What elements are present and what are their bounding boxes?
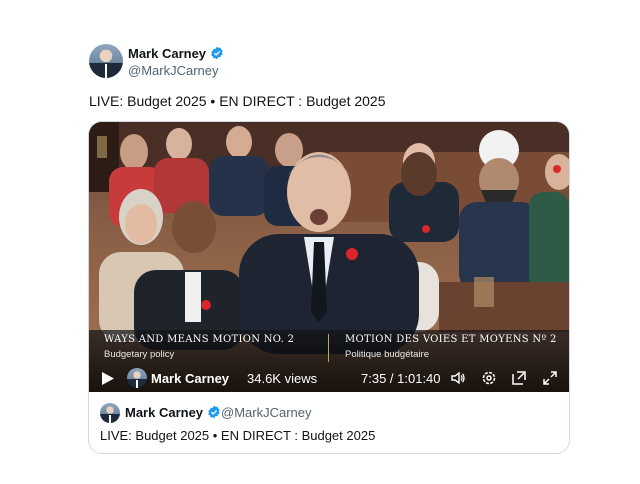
video-author-avatar[interactable] <box>127 368 147 388</box>
lower-third-divider <box>328 334 329 362</box>
pip-icon[interactable] <box>511 370 527 391</box>
lower-third: WAYS AND MEANS MOTION NO. 2 Budgetary po… <box>89 330 569 392</box>
settings-icon[interactable] <box>481 370 497 391</box>
quote-author-name[interactable]: Mark Carney <box>125 405 221 422</box>
view-count: 34.6K views <box>247 371 318 386</box>
volume-icon[interactable] <box>450 370 466 391</box>
video-controls: Mark Carney 34.6K views 7:35 / 1:01:40 <box>89 364 569 392</box>
author-name-text: Mark Carney <box>128 46 207 61</box>
lower-third-subtitle-fr: Politique budgétaire <box>345 349 429 360</box>
play-icon[interactable] <box>101 371 115 391</box>
quote-author-avatar[interactable] <box>100 403 120 423</box>
video-time: 7:35 / 1:01:40 <box>361 371 441 386</box>
tweet-text: LIVE: Budget 2025 • EN DIRECT : Budget 2… <box>89 93 386 109</box>
author-avatar[interactable] <box>89 44 123 78</box>
fullscreen-icon[interactable] <box>542 370 558 391</box>
quote-author-handle[interactable]: @MarkJCarney <box>221 405 312 420</box>
media-card[interactable]: WAYS AND MEANS MOTION NO. 2 Budgetary po… <box>88 121 570 454</box>
video-player[interactable]: WAYS AND MEANS MOTION NO. 2 Budgetary po… <box>89 122 569 392</box>
quote-text: LIVE: Budget 2025 • EN DIRECT : Budget 2… <box>100 428 376 443</box>
verified-badge-icon <box>207 405 221 422</box>
quote-author-name-text: Mark Carney <box>125 405 204 420</box>
lower-third-subtitle-en: Budgetary policy <box>104 349 175 360</box>
video-author-name[interactable]: Mark Carney <box>151 371 229 386</box>
verified-badge-icon <box>210 46 224 63</box>
author-handle[interactable]: @MarkJCarney <box>128 63 219 78</box>
author-name[interactable]: Mark Carney <box>128 46 224 63</box>
lower-third-title-en: WAYS AND MEANS MOTION NO. 2 <box>104 334 295 345</box>
lower-third-title-fr: MOTION DES VOIES ET MOYENS Nº 2 <box>345 334 557 345</box>
quoted-tweet[interactable]: Mark Carney @MarkJCarney LIVE: Budget 20… <box>89 392 569 453</box>
